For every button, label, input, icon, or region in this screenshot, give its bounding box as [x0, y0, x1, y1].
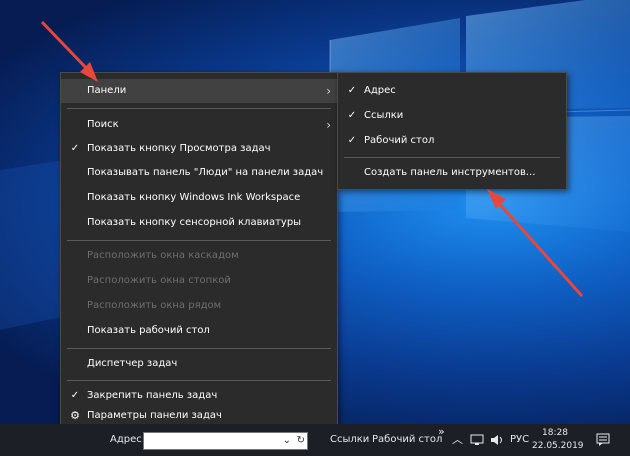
submenu-item-desktop[interactable]: ✓ Рабочий стол: [338, 129, 566, 153]
menu-divider: [67, 108, 331, 109]
menu-divider: [67, 380, 331, 381]
menu-item-label: Закрепить панель задач: [87, 390, 218, 401]
chevron-down-icon[interactable]: ⌄: [283, 433, 291, 449]
checkmark-icon: ✓: [347, 110, 357, 121]
menu-item-label: Создать панель инструментов...: [364, 167, 536, 178]
volume-icon[interactable]: [490, 434, 504, 446]
menu-item-label: Расположить окна стопкой: [87, 275, 231, 286]
clock-time: 18:28: [542, 428, 568, 438]
menu-item-label: Показать рабочий стол: [87, 325, 210, 336]
clock-date: 22.05.2019: [532, 441, 584, 451]
menu-item-label: Ссылки: [364, 110, 404, 121]
menu-item-taskbar-settings[interactable]: ⚙ Параметры панели задач: [61, 407, 337, 425]
menu-item-label: Рабочий стол: [364, 135, 435, 146]
menu-item-label: Диспетчер задач: [87, 358, 178, 369]
toolbar-overflow-icon[interactable]: »: [438, 416, 445, 448]
menu-item-search[interactable]: Поиск ›: [61, 113, 337, 137]
menu-item-label: Показать кнопку сенсорной клавиатуры: [87, 217, 302, 228]
menu-item-show-task-view[interactable]: ✓ Показать кнопку Просмотра задач: [61, 137, 337, 161]
menu-item-show-touch-keyboard[interactable]: Показать кнопку сенсорной клавиатуры: [61, 211, 337, 235]
taskbar: Адрес ⌄ ↻ Ссылки Рабочий стол » ︿ РУС 18…: [0, 424, 630, 456]
submenu-item-create-toolbar[interactable]: Создать панель инструментов...: [338, 161, 566, 185]
tray-expand-icon[interactable]: ︿: [452, 424, 463, 456]
taskbar-context-menu: Панели › Поиск › ✓ Показать кнопку Просм…: [60, 72, 338, 425]
language-indicator[interactable]: РУС: [510, 424, 529, 456]
chevron-right-icon: ›: [326, 118, 331, 132]
menu-item-label: Расположить окна рядом: [87, 300, 222, 311]
checkmark-icon: ✓: [70, 390, 80, 401]
checkmark-icon: ✓: [347, 85, 357, 96]
menu-divider: [67, 348, 331, 349]
menu-divider: [344, 157, 560, 158]
address-input[interactable]: ⌄ ↻: [143, 432, 308, 450]
menu-divider: [67, 240, 331, 241]
menu-item-label: Показать кнопку Windows Ink Workspace: [87, 192, 301, 203]
menu-item-cascade-windows: Расположить окна каскадом: [61, 244, 337, 268]
desktop-toolbar[interactable]: Рабочий стол: [372, 424, 442, 456]
menu-item-label: Параметры панели задач: [87, 410, 222, 421]
address-toolbar-label: Адрес: [110, 434, 142, 445]
menu-item-show-people[interactable]: Показывать панель "Люди" на панели задач: [61, 161, 337, 185]
network-icon[interactable]: [470, 434, 484, 446]
clock[interactable]: 18:28 22.05.2019: [532, 427, 584, 453]
submenu-item-address[interactable]: ✓ Адрес: [338, 79, 566, 103]
links-toolbar[interactable]: Ссылки: [330, 424, 369, 456]
menu-item-task-manager[interactable]: Диспетчер задач: [61, 352, 337, 376]
menu-item-stack-windows: Расположить окна стопкой: [61, 269, 337, 293]
panels-submenu: ✓ Адрес ✓ Ссылки ✓ Рабочий стол Создать …: [337, 72, 567, 190]
menu-item-panels[interactable]: Панели ›: [61, 79, 337, 103]
menu-item-show-desktop[interactable]: Показать рабочий стол: [61, 319, 337, 343]
menu-item-show-ink-workspace[interactable]: Показать кнопку Windows Ink Workspace: [61, 186, 337, 210]
notification-center-icon[interactable]: [596, 433, 610, 447]
submenu-item-links[interactable]: ✓ Ссылки: [338, 104, 566, 128]
checkmark-icon: ✓: [70, 143, 80, 154]
chevron-right-icon: ›: [326, 84, 331, 98]
menu-item-label: Показать кнопку Просмотра задач: [87, 143, 271, 154]
menu-item-label: Поиск: [87, 119, 119, 130]
menu-item-label: Показывать панель "Люди" на панели задач: [87, 167, 324, 178]
refresh-icon[interactable]: ↻: [297, 433, 305, 449]
menu-item-label: Расположить окна каскадом: [87, 250, 239, 261]
gear-icon: ⚙: [70, 409, 80, 422]
menu-item-lock-taskbar[interactable]: ✓ Закрепить панель задач: [61, 384, 337, 408]
checkmark-icon: ✓: [347, 135, 357, 146]
menu-item-side-by-side-windows: Расположить окна рядом: [61, 294, 337, 318]
menu-item-label: Панели: [87, 85, 127, 96]
menu-item-label: Адрес: [364, 85, 396, 96]
